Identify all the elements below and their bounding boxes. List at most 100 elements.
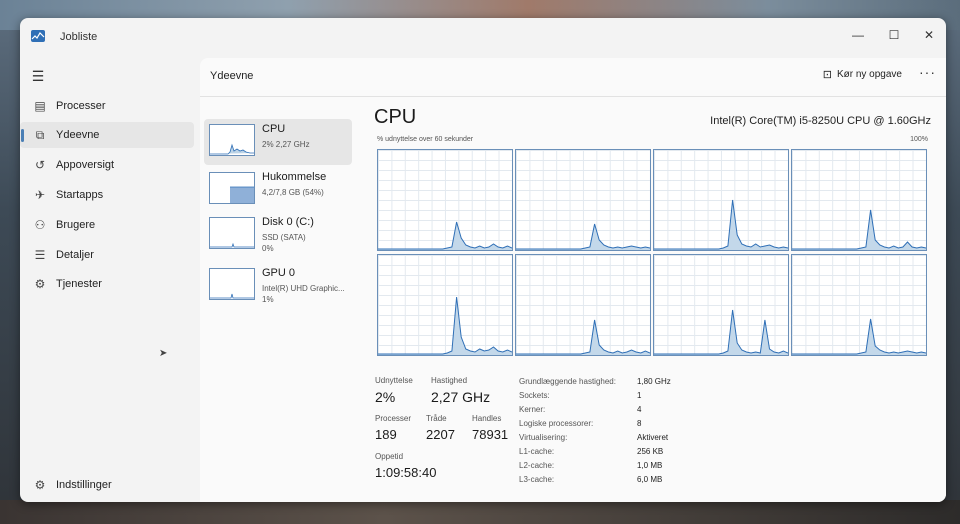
handles-value: 78931: [472, 427, 509, 442]
detail-key: L1-cache:: [519, 447, 555, 456]
task-manager-window: Jobliste — ☐ ✕ ☰ ▤ Processer ⧉ Ydeevne ↺…: [20, 18, 946, 502]
cpu-usage-line: [792, 318, 926, 355]
startup-apps-icon: ✈: [34, 188, 46, 202]
window-title: Jobliste: [60, 31, 98, 43]
processes-icon: ▤: [34, 99, 46, 113]
sidebar-item-label: Brugere: [56, 219, 96, 231]
resource-item-cpu[interactable]: CPU 2% 2,27 GHz: [204, 119, 352, 165]
resource-item-gpu[interactable]: GPU 0 Intel(R) UHD Graphic... 1%: [204, 263, 352, 309]
resource-name: Disk 0 (C:): [262, 216, 314, 228]
services-icon: ⚙: [34, 277, 46, 291]
sidebar-item-indstillinger[interactable]: ⚙ Indstillinger: [20, 472, 194, 498]
processes-value: 189: [375, 427, 397, 442]
cpu-usage-area: [378, 297, 512, 355]
sidebar-item-detaljer[interactable]: ☰ Detaljer: [20, 242, 194, 268]
sidebar-item-appoversigt[interactable]: ↺ Appoversigt: [20, 152, 194, 178]
cpu-heading: CPU: [374, 106, 417, 128]
speed-label: Hastighed: [431, 376, 468, 385]
cpu-usage-area: [654, 310, 788, 355]
resource-name: Hukommelse: [262, 171, 327, 183]
sidebar-item-label: Tjenester: [56, 278, 102, 290]
resource-item-disk[interactable]: Disk 0 (C:) SSD (SATA) 0%: [204, 212, 352, 258]
detail-value: 1,80 GHz: [637, 377, 671, 386]
run-task-icon: ⊡: [822, 69, 832, 81]
cpu-core-graph: [377, 254, 513, 356]
sidebar-item-processer[interactable]: ▤ Processer: [20, 93, 194, 119]
cpu-usage-line: [654, 199, 788, 250]
detail-value: 1,0 MB: [637, 461, 663, 470]
detail-key: Grundlæggende hastighed:: [519, 377, 616, 386]
utilization-value: 2%: [375, 389, 396, 405]
sidebar-item-tjenester[interactable]: ⚙ Tjenester: [20, 271, 194, 297]
detail-key: Kerner:: [519, 405, 546, 414]
cpu-usage-line: [516, 319, 650, 355]
header-divider: [200, 96, 946, 97]
run-new-task-label: Kør ny opgave: [836, 69, 902, 80]
threads-value: 2207: [426, 427, 455, 442]
cpu-core-graph: [515, 149, 651, 251]
resource-subtext: Intel(R) UHD Graphic...: [262, 284, 345, 293]
active-indicator: [21, 129, 24, 142]
title-bar[interactable]: Jobliste — ☐ ✕: [20, 18, 946, 58]
memory-thumbnail-graph: [209, 172, 255, 204]
cpu-usage-area: [654, 200, 788, 250]
performance-panel: Ydeevne ⊡ Kør ny opgave ··· CPU 2% 2,27 …: [200, 58, 946, 502]
run-new-task-button[interactable]: ⊡ Kør ny opgave: [823, 68, 902, 81]
max-percent-label: 100%: [910, 136, 928, 143]
sidebar-item-label: Detaljer: [56, 249, 94, 261]
cpu-core-graph: [653, 149, 789, 251]
resource-name: CPU: [262, 123, 286, 135]
sidebar-item-label: Startapps: [56, 189, 104, 201]
cpu-usage-area: [792, 319, 926, 355]
hamburger-icon[interactable]: ☰: [30, 68, 46, 84]
detail-value: 8: [637, 419, 642, 428]
cpu-usage-line: [378, 221, 512, 250]
sidebar-item-brugere[interactable]: ⚇ Brugere: [20, 212, 194, 238]
close-button[interactable]: ✕: [917, 24, 941, 46]
resource-name: GPU 0: [262, 267, 296, 279]
handles-label: Handles: [472, 414, 502, 423]
sidebar-item-startapps[interactable]: ✈ Startapps: [20, 182, 194, 208]
sidebar-item-ydeevne[interactable]: ⧉ Ydeevne: [20, 122, 194, 148]
utilization-label: Udnyttelse: [375, 376, 413, 385]
performance-icon: ⧉: [35, 127, 45, 142]
processes-label: Processer: [375, 414, 412, 423]
cpu-usage-area: [516, 320, 650, 355]
detail-value: Aktiveret: [637, 433, 669, 442]
sidebar-item-label: Appoversigt: [56, 159, 115, 171]
detail-key: Sockets:: [519, 391, 550, 400]
sidebar-item-label: Ydeevne: [56, 129, 100, 141]
disk-thumbnail-graph: [209, 217, 255, 249]
cpu-core-graph: [377, 149, 513, 251]
sidebar-item-label: Indstillinger: [56, 479, 112, 491]
speed-value: 2,27 GHz: [431, 389, 491, 405]
maximize-button[interactable]: ☐: [882, 24, 906, 46]
resource-subtext: 0%: [262, 244, 274, 253]
app-history-icon: ↺: [34, 158, 46, 172]
cpu-usage-line: [516, 223, 650, 250]
page-title: Ydeevne: [210, 70, 254, 82]
detail-value: 256 KB: [637, 447, 664, 456]
uptime-value: 1:09:58:40: [375, 465, 437, 480]
resource-subtext: SSD (SATA): [262, 233, 306, 242]
cpu-core-graph: [791, 149, 927, 251]
sidebar-item-label: Processer: [56, 100, 106, 112]
more-options-button[interactable]: ···: [919, 64, 936, 80]
resource-item-memory[interactable]: Hukommelse 4,2/7,8 GB (54%): [204, 167, 352, 213]
mouse-pointer-icon: ➤: [159, 348, 168, 359]
detail-value: 1: [637, 391, 642, 400]
cpu-core-graph: [653, 254, 789, 356]
resource-subtext: 4,2/7,8 GB (54%): [262, 188, 324, 197]
gpu-thumbnail-graph: [209, 268, 255, 300]
detail-value: 6,0 MB: [637, 475, 663, 484]
cpu-core-graph: [791, 254, 927, 356]
cpu-core-graph: [515, 254, 651, 356]
minimize-button[interactable]: —: [846, 24, 870, 46]
detail-key: L2-cache:: [519, 461, 555, 470]
detail-key: L3-cache:: [519, 475, 555, 484]
cpu-usage-area: [378, 222, 512, 250]
uptime-label: Oppetid: [375, 452, 404, 461]
detail-value: 4: [637, 405, 642, 414]
detail-key: Virtualisering:: [519, 433, 568, 442]
cpu-model-name: Intel(R) Core(TM) i5-8250U CPU @ 1.60GHz: [710, 115, 931, 127]
